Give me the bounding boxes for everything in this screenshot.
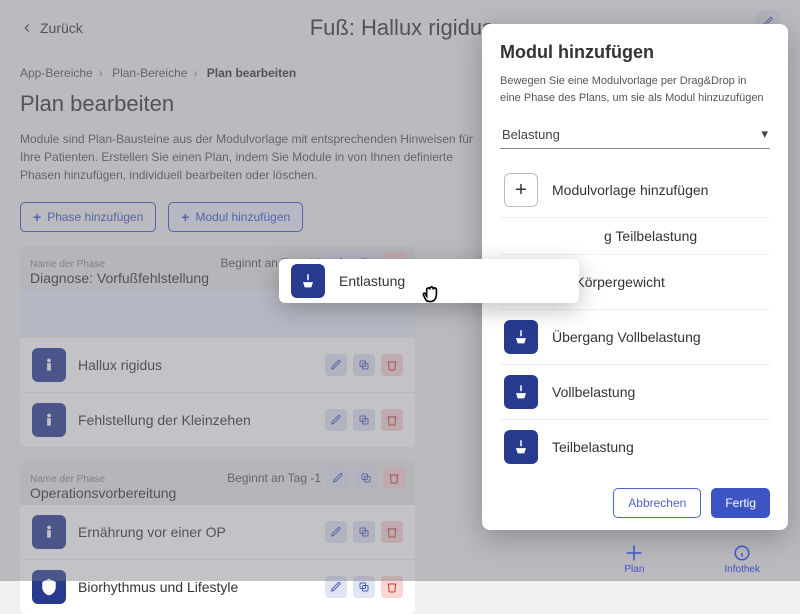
weight-icon	[504, 265, 538, 299]
select-value: Belastung	[502, 127, 560, 142]
nav-plan[interactable]: Plan	[624, 544, 644, 575]
weight-icon	[504, 375, 538, 409]
chevron-down-icon: ▾	[761, 126, 768, 142]
plus-icon: +	[504, 173, 538, 207]
cancel-button[interactable]: Abbrechen	[613, 488, 701, 518]
modal-title: Modul hinzufügen	[500, 42, 770, 63]
module-template-item[interactable]: 1/2 Körpergewicht	[500, 254, 770, 309]
weight-icon	[504, 320, 538, 354]
module-template-item[interactable]: Übergang Vollbelastung	[500, 309, 770, 364]
add-module-modal: Modul hinzufügen Bewegen Sie eine Modulv…	[482, 24, 788, 530]
nav-infothek[interactable]: Infothek	[724, 544, 760, 575]
done-button[interactable]: Fertig	[711, 488, 770, 518]
module-template-item[interactable]: Vollbelastung	[500, 364, 770, 419]
add-template-button[interactable]: + Modulvorlage hinzufügen	[500, 163, 770, 217]
category-select[interactable]: Belastung ▾	[500, 120, 770, 149]
module-name: Biorhythmus und Lifestyle	[78, 579, 313, 595]
modal-hint: Bewegen Sie eine Modulvorlage per Drag&D…	[500, 73, 770, 106]
bottom-nav: Plan Infothek	[624, 544, 760, 575]
module-template-item[interactable]: Teilbelastung	[500, 419, 770, 474]
weight-icon	[504, 430, 538, 464]
module-template-item[interactable]: g Teilbelastung	[500, 217, 770, 254]
